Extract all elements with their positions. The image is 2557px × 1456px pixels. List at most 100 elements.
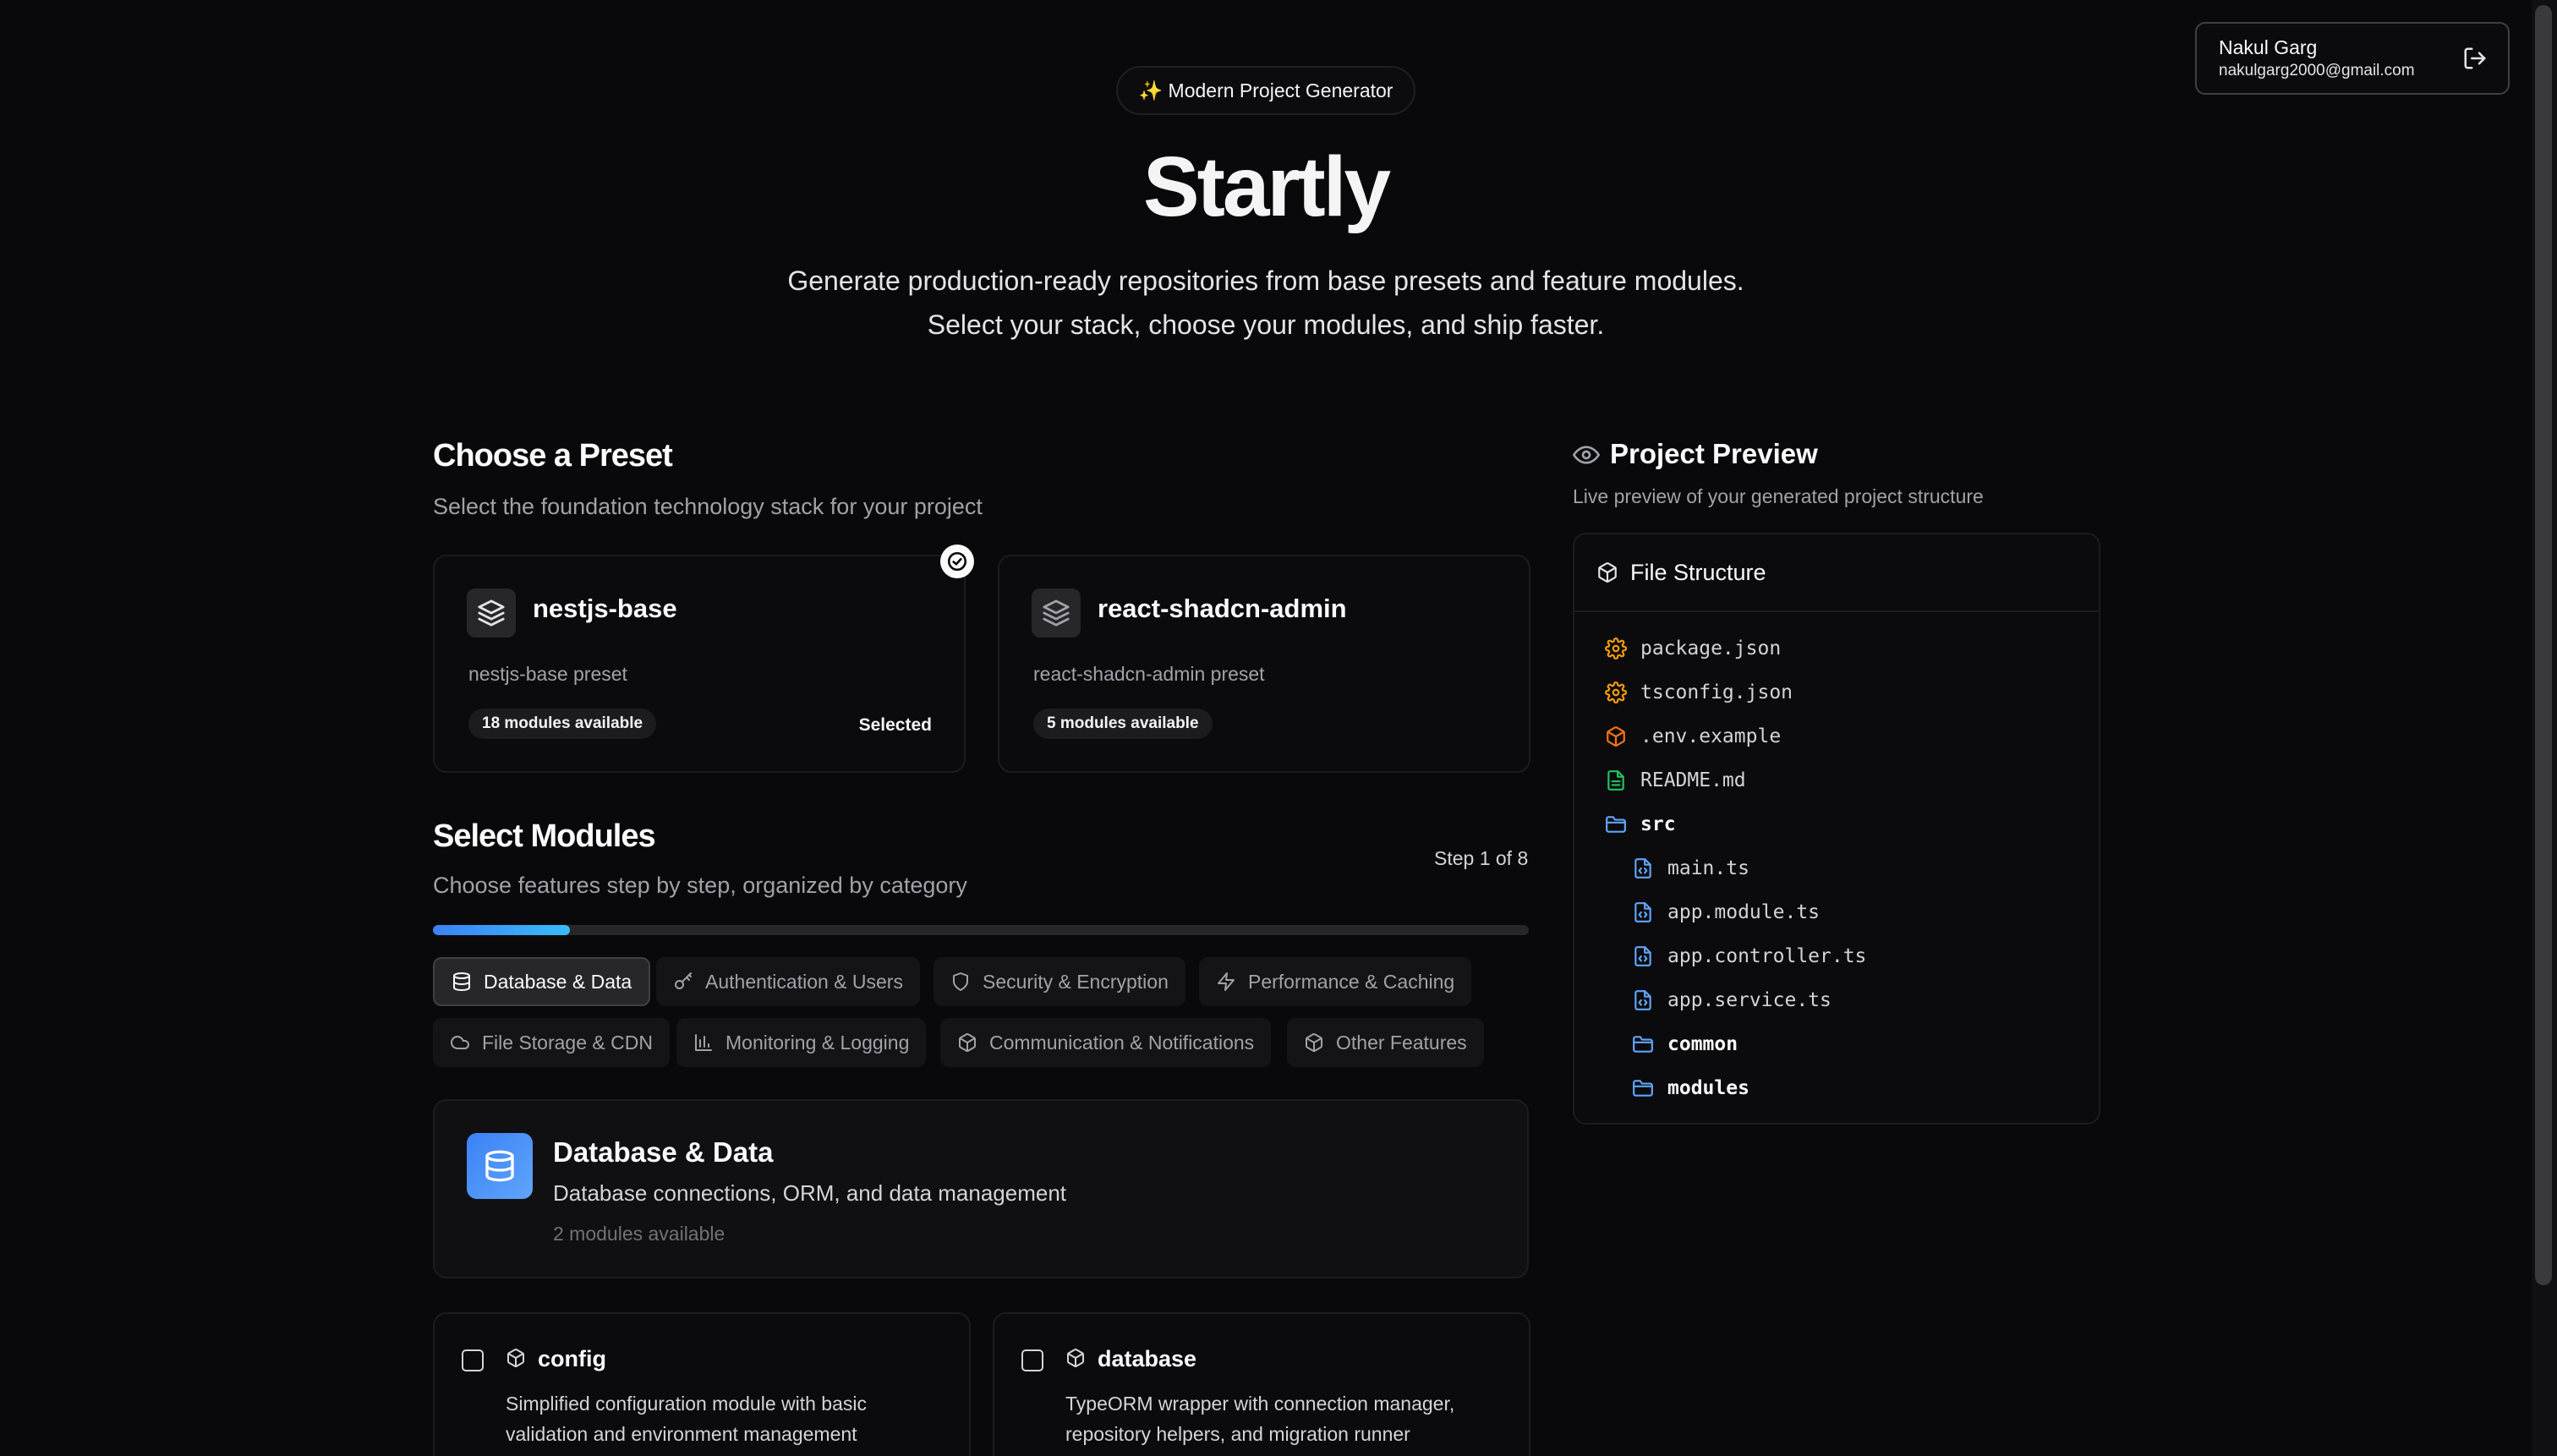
preset-card-react-shadcn-admin[interactable]: react-shadcn-admin react-shadcn-admin pr… [998, 555, 1530, 773]
module-checkbox[interactable] [462, 1349, 484, 1371]
tree-item-label: app.module.ts [1667, 901, 1821, 923]
page-scrollbar[interactable] [2532, 0, 2557, 1456]
tree-item-label: README.md [1640, 769, 1746, 791]
presets-heading: Choose a Preset [433, 438, 673, 473]
step-indicator: Step 1 of 8 [1434, 847, 1529, 869]
generator-badge: ✨ Modern Project Generator [1116, 66, 1415, 115]
zap-icon [1216, 972, 1236, 992]
scrollbar-thumb[interactable] [2535, 5, 2552, 1285]
selected-label: Selected [858, 715, 932, 735]
package-icon [1065, 1348, 1087, 1370]
tree-item[interactable]: README.md [1605, 769, 1746, 791]
package-icon [1596, 561, 1618, 583]
cloud-icon [450, 1032, 470, 1053]
preset-description: nestjs-base preset [468, 663, 627, 685]
tree-item[interactable]: main.ts [1632, 857, 1749, 879]
tree-item-label: app.service.ts [1667, 989, 1832, 1011]
tree-item-label: src [1640, 813, 1676, 835]
folder-icon [1632, 1033, 1654, 1055]
package-icon [1304, 1032, 1324, 1053]
file-text-icon [1605, 769, 1627, 791]
tree-item[interactable]: app.service.ts [1632, 989, 1832, 1011]
file-structure-card: File Structure package.json tsconfig.jso… [1573, 533, 2100, 1125]
tab-label: Communication & Notifications [989, 1031, 1255, 1054]
tree-item-label: .env.example [1640, 725, 1782, 747]
folder-icon [1605, 813, 1627, 835]
preview-description: Live preview of your generated project s… [1573, 485, 1984, 507]
bar-chart-icon [693, 1032, 714, 1053]
preset-card-nestjs-base[interactable]: nestjs-base nestjs-base preset 18 module… [433, 555, 966, 773]
module-checkbox[interactable] [1021, 1349, 1043, 1371]
gear-icon [1605, 681, 1627, 703]
tree-item[interactable]: app.controller.ts [1632, 945, 1866, 967]
tab-label: Monitoring & Logging [725, 1031, 910, 1054]
package-icon [1605, 725, 1627, 747]
tab-label: Other Features [1336, 1031, 1467, 1054]
tab-database-data[interactable]: Database & Data [433, 957, 651, 1006]
tree-item-label: tsconfig.json [1640, 681, 1793, 703]
tree-item[interactable]: tsconfig.json [1605, 681, 1793, 703]
package-icon [957, 1032, 977, 1053]
modules-description: Choose features step by step, organized … [433, 873, 967, 898]
module-name: database [1098, 1346, 1197, 1371]
database-icon [452, 972, 472, 992]
category-title: Database & Data [553, 1136, 774, 1168]
category-module-count: 2 modules available [553, 1223, 725, 1245]
tab-communication-notifications[interactable]: Communication & Notifications [940, 1018, 1272, 1067]
layers-icon [1032, 588, 1081, 638]
tab-label: File Storage & CDN [482, 1031, 653, 1054]
folder-icon [1632, 1077, 1654, 1099]
step-progress-bar [433, 925, 1529, 935]
tree-folder[interactable]: common [1632, 1033, 1738, 1055]
category-header-card: Database & Data Database connections, OR… [433, 1099, 1529, 1278]
tab-monitoring-logging[interactable]: Monitoring & Logging [676, 1018, 927, 1067]
database-icon [467, 1133, 533, 1199]
modules-count-badge: 5 modules available [1033, 709, 1213, 739]
tab-performance-caching[interactable]: Performance & Caching [1199, 957, 1472, 1006]
module-card-database[interactable]: database TypeORM wrapper with connection… [993, 1312, 1530, 1456]
check-circle-icon [940, 545, 974, 578]
presets-description: Select the foundation technology stack f… [433, 494, 983, 519]
file-structure-header: File Structure [1574, 534, 2099, 612]
tree-item-label: app.controller.ts [1667, 945, 1867, 967]
file-code-icon [1632, 945, 1654, 967]
hero-subtitle-line2: Select your stack, choose your modules, … [927, 309, 1605, 340]
module-description: Simplified configuration module with bas… [506, 1393, 867, 1445]
module-description: TypeORM wrapper with connection manager,… [1065, 1393, 1455, 1445]
file-code-icon [1632, 857, 1654, 879]
logout-icon[interactable] [2462, 46, 2488, 71]
user-account-box: Nakul Garg nakulgarg2000@gmail.com [2195, 22, 2510, 95]
tab-security-encryption[interactable]: Security & Encryption [934, 957, 1185, 1006]
gear-icon [1605, 638, 1627, 660]
file-code-icon [1632, 901, 1654, 923]
tree-item-label: modules [1667, 1077, 1749, 1099]
preset-description: react-shadcn-admin preset [1033, 663, 1265, 685]
tab-label: Authentication & Users [705, 970, 903, 993]
tree-item[interactable]: .env.example [1605, 725, 1781, 747]
tab-file-storage-cdn[interactable]: File Storage & CDN [433, 1018, 670, 1067]
layers-icon [467, 588, 516, 638]
module-card-config[interactable]: config Simplified configuration module w… [433, 1312, 971, 1456]
tree-item-label: common [1667, 1033, 1738, 1055]
file-code-icon [1632, 989, 1654, 1011]
shield-icon [950, 972, 971, 992]
tab-authentication-users[interactable]: Authentication & Users [656, 957, 920, 1006]
key-icon [673, 972, 693, 992]
tree-item[interactable]: app.module.ts [1632, 901, 1820, 923]
tab-label: Performance & Caching [1248, 970, 1455, 993]
tab-label: Database & Data [484, 970, 632, 993]
tree-item[interactable]: package.json [1605, 638, 1781, 660]
tree-folder[interactable]: modules [1632, 1077, 1749, 1099]
tree-item-label: main.ts [1667, 857, 1749, 879]
page-title: Startly [1142, 140, 1391, 234]
preset-name: nestjs-base [533, 594, 677, 623]
tab-other-features[interactable]: Other Features [1287, 1018, 1484, 1067]
modules-heading: Select Modules [433, 818, 656, 854]
eye-icon [1573, 441, 1600, 468]
preview-heading: Project Preview [1610, 438, 1818, 469]
user-name: Nakul Garg [2219, 36, 2318, 58]
tree-folder[interactable]: src [1605, 813, 1676, 835]
tree-item-label: package.json [1640, 638, 1782, 660]
package-icon [506, 1348, 528, 1370]
preset-name: react-shadcn-admin [1098, 594, 1347, 623]
